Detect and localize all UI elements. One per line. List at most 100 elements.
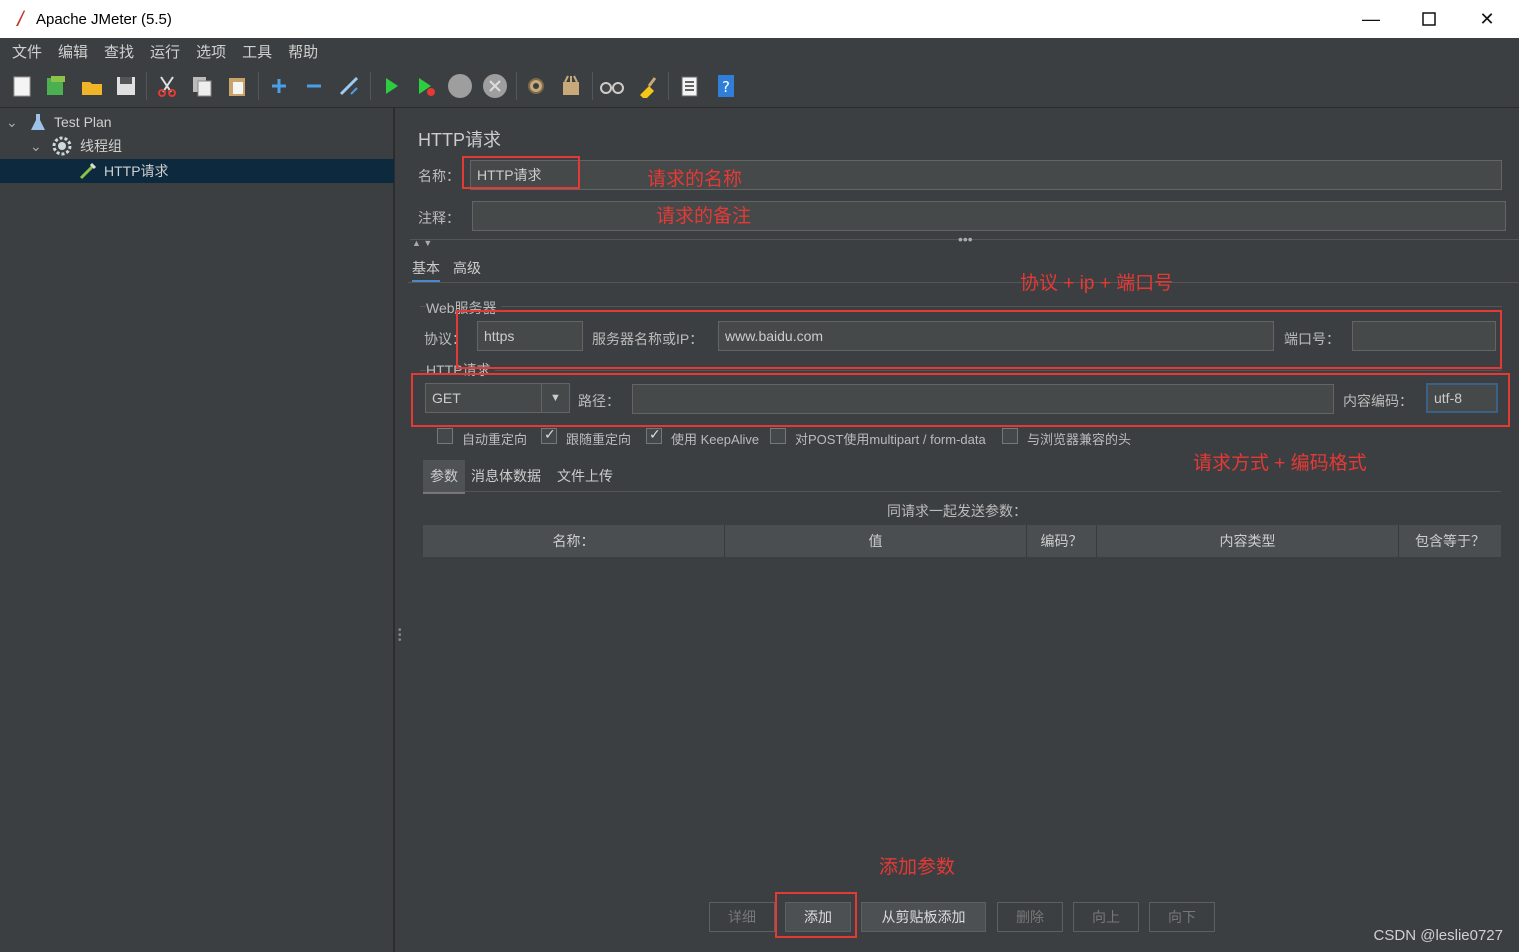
cut-button[interactable] <box>153 72 181 100</box>
minimize-button[interactable]: — <box>1342 0 1400 38</box>
maximize-button[interactable] <box>1400 0 1458 38</box>
browser-headers-label: 与浏览器兼容的头 <box>1027 432 1132 447</box>
shutdown-icon <box>483 74 507 98</box>
templates-button[interactable] <box>42 72 70 100</box>
save-button[interactable] <box>112 72 140 100</box>
menu-help[interactable]: 帮助 <box>280 41 326 62</box>
clear-all-button[interactable] <box>557 72 585 100</box>
templates-icon <box>47 76 65 95</box>
column-encode[interactable]: 编码？ <box>1027 525 1097 557</box>
http-request-panel: HTTP请求 名称： HTTP请求 注释： ▲ ▼ ••• 基本 高级 Web服… <box>404 108 1519 952</box>
tab-parameters[interactable]: 参数 <box>423 460 465 494</box>
tab-file-upload[interactable]: 文件上传 <box>557 466 613 486</box>
comment-label: 注释： <box>418 210 460 226</box>
reset-search-button[interactable] <box>633 72 661 100</box>
svg-text:?: ? <box>722 78 730 96</box>
move-down-button[interactable]: 向下 <box>1149 902 1215 932</box>
function-helper-button[interactable] <box>675 72 703 100</box>
tree-item-test-plan[interactable]: ⌄ Test Plan <box>0 110 394 134</box>
shutdown-button[interactable] <box>481 72 509 100</box>
menu-tools[interactable]: 工具 <box>234 41 280 62</box>
search-button[interactable] <box>598 72 626 100</box>
params-caption: 同请求一起发送参数： <box>887 503 1027 519</box>
follow-redirect-label: 跟随重定向 <box>566 432 632 447</box>
tree-item-label: HTTP请求 <box>104 163 169 179</box>
keepalive-label: 使用 KeepAlive <box>671 432 760 447</box>
drag-handle-icon[interactable]: ••• <box>958 231 973 247</box>
pane-splitter[interactable]: • • • <box>394 108 404 952</box>
multipart-label: 对POST使用multipart / form-data <box>795 432 986 447</box>
tree-item-label: 线程组 <box>80 138 122 154</box>
tab-body-data[interactable]: 消息体数据 <box>471 466 541 486</box>
gear-icon <box>52 136 72 156</box>
menu-edit[interactable]: 编辑 <box>50 41 96 62</box>
clear-button[interactable] <box>522 72 550 100</box>
delete-button[interactable]: 删除 <box>997 902 1063 932</box>
menu-file[interactable]: 文件 <box>4 41 50 62</box>
new-button[interactable] <box>8 72 36 100</box>
name-label: 名称： <box>418 168 460 184</box>
stop-icon <box>448 74 472 98</box>
menu-run[interactable]: 运行 <box>142 41 188 62</box>
new-icon <box>13 76 31 97</box>
params-table-body[interactable] <box>423 557 1501 882</box>
browser-headers-checkbox[interactable] <box>1002 428 1018 444</box>
tree-item-http-request[interactable]: HTTP请求 <box>0 159 394 183</box>
stop-button[interactable] <box>446 72 474 100</box>
column-value[interactable]: 值 <box>725 525 1027 557</box>
tab-basic[interactable]: 基本 <box>412 258 440 283</box>
expand-icon <box>272 79 286 93</box>
annotation-add: 添加参数 <box>879 857 956 878</box>
expand-all-button[interactable] <box>265 72 293 100</box>
column-content-type[interactable]: 内容类型 <box>1097 525 1399 557</box>
flask-icon <box>31 114 45 130</box>
copy-button[interactable] <box>188 72 216 100</box>
annotation-comment: 请求的备注 <box>656 206 752 227</box>
move-up-button[interactable]: 向上 <box>1073 902 1139 932</box>
copy-icon <box>193 77 212 97</box>
cut-icon <box>158 76 176 97</box>
open-button[interactable] <box>78 72 106 100</box>
menu-search[interactable]: 查找 <box>96 41 142 62</box>
menu-options[interactable]: 选项 <box>188 41 234 62</box>
help-icon: ? <box>718 75 734 97</box>
clear-all-icon <box>563 75 579 95</box>
save-icon <box>117 77 135 95</box>
minimize-icon: — <box>1362 8 1380 29</box>
chevron-down-icon[interactable]: ⌄ <box>30 138 44 155</box>
start-no-pause-icon <box>419 78 435 96</box>
follow-redirect-checkbox[interactable]: ✓ <box>541 426 557 444</box>
detail-button[interactable]: 详细 <box>709 902 775 932</box>
auto-redirect-checkbox[interactable] <box>437 428 453 444</box>
start-no-pauses-button[interactable] <box>412 72 440 100</box>
collapse-arrows-icon[interactable]: ▲ ▼ <box>412 238 432 248</box>
annotation-server: 协议 + ip + 端口号 <box>1020 273 1174 294</box>
start-button[interactable] <box>377 72 405 100</box>
close-button[interactable]: ✕ <box>1458 0 1516 38</box>
paste-button[interactable] <box>223 72 251 100</box>
tree-item-thread-group[interactable]: ⌄ 线程组 <box>0 134 394 158</box>
column-name[interactable]: 名称： <box>423 525 725 557</box>
checkmark-icon: ✓ <box>649 426 661 442</box>
column-include-equals[interactable]: 包含等于？ <box>1399 525 1501 557</box>
test-plan-tree: ⌄ Test Plan ⌄ 线程组 HTTP请求 <box>0 108 394 952</box>
keepalive-checkbox[interactable]: ✓ <box>646 426 662 444</box>
toggle-icon <box>339 76 359 96</box>
name-input[interactable]: HTTP请求 <box>470 160 1502 190</box>
jmeter-feather-icon <box>16 10 25 26</box>
comment-input[interactable] <box>472 201 1506 231</box>
toggle-button[interactable] <box>335 72 363 100</box>
tab-advanced[interactable]: 高级 <box>453 258 481 278</box>
function-helper-icon <box>681 76 698 97</box>
chevron-down-icon[interactable]: ⌄ <box>6 114 20 131</box>
collapse-all-button[interactable] <box>300 72 328 100</box>
toolbar: ? <box>0 64 1519 108</box>
window-title: Apache JMeter (5.5) <box>36 10 172 28</box>
watermark: CSDN @leslie0727 <box>1373 927 1503 944</box>
multipart-checkbox[interactable] <box>770 428 786 444</box>
annotation-box-add <box>775 892 857 938</box>
collapse-divider[interactable]: ▲ ▼ ••• <box>410 231 1519 248</box>
add-from-clipboard-button[interactable]: 从剪贴板添加 <box>861 902 986 932</box>
help-button[interactable]: ? <box>712 72 740 100</box>
reset-search-icon <box>640 77 657 98</box>
